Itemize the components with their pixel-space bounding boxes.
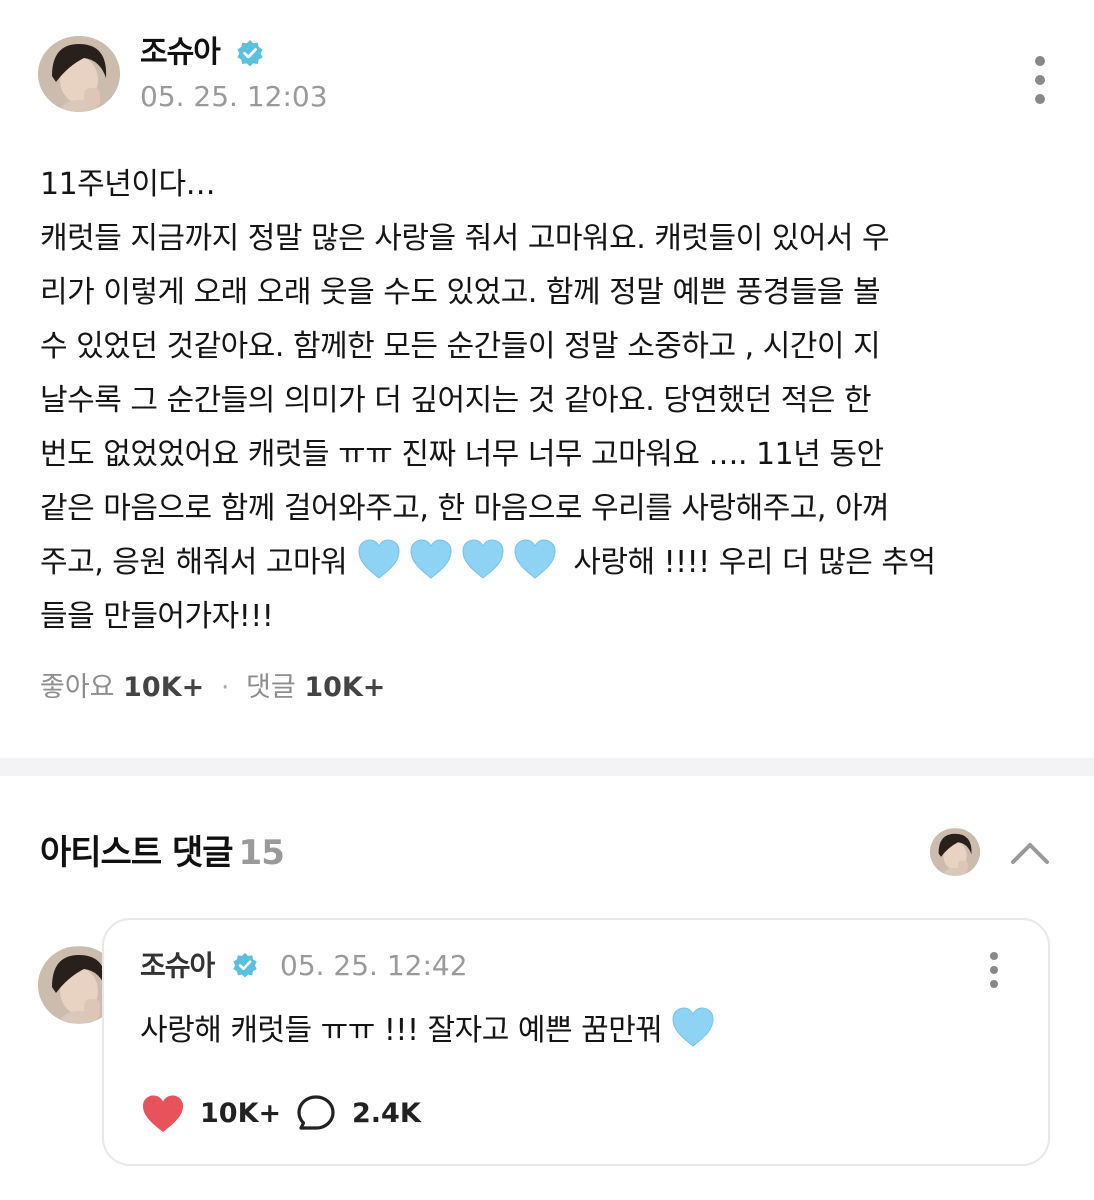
verified-badge-icon bbox=[233, 952, 257, 978]
post-body-line: 날수록 그 순간들의 의미가 더 깊어지는 것 같아요. 당연했던 적은 한 bbox=[40, 383, 872, 418]
reply-button[interactable]: 2.4K bbox=[296, 1092, 436, 1136]
like-count: 10K+ bbox=[200, 1098, 282, 1129]
post-body-line-with-hearts: 주고, 응원 해줘서 고마워 사랑해 !!!! 우리 더 많은 추억 bbox=[40, 536, 1052, 590]
likes-label[interactable]: 좋아요 bbox=[40, 672, 115, 703]
blue-heart-emoji bbox=[408, 538, 454, 582]
avatar-image bbox=[38, 36, 120, 112]
blue-heart-emoji bbox=[512, 538, 558, 582]
comment-card: 조슈아 05. 25. 12:42 사랑해 캐럿들 ㅠㅠ !!! 잘자고 예쁜 … bbox=[102, 918, 1050, 1166]
artist-comments-title: 아티스트 댓글 15 bbox=[40, 832, 285, 874]
like-button[interactable]: 10K+ bbox=[140, 1092, 290, 1136]
like-heart-icon bbox=[143, 1095, 183, 1132]
comment-text: 사랑해 캐럿들 ㅠㅠ !!! 잘자고 예쁜 꿈만꿔 bbox=[140, 1006, 722, 1053]
post-body-line: 같은 마음으로 함께 걸어와주고, 한 마음으로 우리를 사랑해주고, 아껴 bbox=[40, 491, 890, 526]
artist-comments-label: 아티스트 댓글 bbox=[40, 833, 234, 873]
post-body-text: 사랑해 !!!! 우리 더 많은 추억 bbox=[564, 545, 936, 580]
post-body-text: 주고, 응원 해줘서 고마워 bbox=[40, 545, 348, 580]
post-body-line: 캐럿들 지금까지 정말 많은 사랑을 줘서 고마워요. 캐럿들이 있어서 우 bbox=[40, 221, 890, 256]
comment-author-name[interactable]: 조슈아 bbox=[140, 948, 215, 984]
comment-text-content: 사랑해 캐럿들 ㅠㅠ !!! 잘자고 예쁜 꿈만꿔 bbox=[140, 1013, 663, 1048]
more-options-icon[interactable] bbox=[1030, 54, 1050, 106]
artist-avatar-small[interactable] bbox=[930, 828, 980, 876]
comments-count[interactable]: 10K+ bbox=[304, 672, 385, 703]
comments-label[interactable]: 댓글 bbox=[246, 672, 296, 703]
chevron-up-icon[interactable] bbox=[1008, 834, 1052, 870]
author-avatar[interactable] bbox=[38, 36, 120, 112]
post-body-line: 수 있었던 것같아요. 함께한 모든 순간들이 정말 소중하고 , 시간이 지 bbox=[40, 329, 881, 364]
blue-heart-emoji bbox=[460, 538, 506, 582]
likes-count[interactable]: 10K+ bbox=[123, 672, 204, 703]
artist-comments-count: 15 bbox=[238, 833, 285, 873]
comment-actions: 10K+ 2.4K bbox=[140, 1092, 540, 1136]
post-stats: 좋아요 10K+ · 댓글 10K+ bbox=[40, 668, 385, 708]
post-body: 11주년이다… 캐럿들 지금까지 정말 많은 사랑을 줘서 고마워요. 캐럿들이… bbox=[40, 158, 1052, 644]
artist-comments-header: 아티스트 댓글 15 bbox=[40, 828, 1060, 884]
comment-timestamp: 05. 25. 12:42 bbox=[280, 949, 468, 982]
post-body-line: 번도 없었었어요 캐럿들 ㅠㅠ 진짜 너무 너무 고마워요 …. 11년 동안 bbox=[40, 437, 884, 472]
reply-count: 2.4K bbox=[352, 1098, 421, 1129]
verified-badge-icon bbox=[237, 40, 263, 67]
blue-heart-emoji bbox=[670, 1006, 716, 1050]
post-body-line: 11주년이다… bbox=[40, 167, 216, 202]
post-body-line: 들을 만들어가자!!! bbox=[40, 599, 274, 634]
comment-more-options-icon[interactable] bbox=[986, 952, 1002, 988]
post-header: 조슈아 05. 25. 12:03 bbox=[38, 36, 1058, 116]
comment-bubble-icon bbox=[297, 1095, 335, 1130]
stats-separator: · bbox=[220, 672, 230, 703]
post-timestamp: 05. 25. 12:03 bbox=[140, 80, 328, 113]
avatar-image bbox=[930, 828, 980, 876]
post-body-line: 리가 이렇게 오래 오래 웃을 수도 있었고. 함께 정말 예쁜 풍경들을 볼 bbox=[40, 275, 881, 310]
author-name[interactable]: 조슈아 bbox=[140, 36, 221, 70]
section-divider bbox=[0, 758, 1094, 776]
blue-heart-emoji bbox=[356, 538, 402, 582]
